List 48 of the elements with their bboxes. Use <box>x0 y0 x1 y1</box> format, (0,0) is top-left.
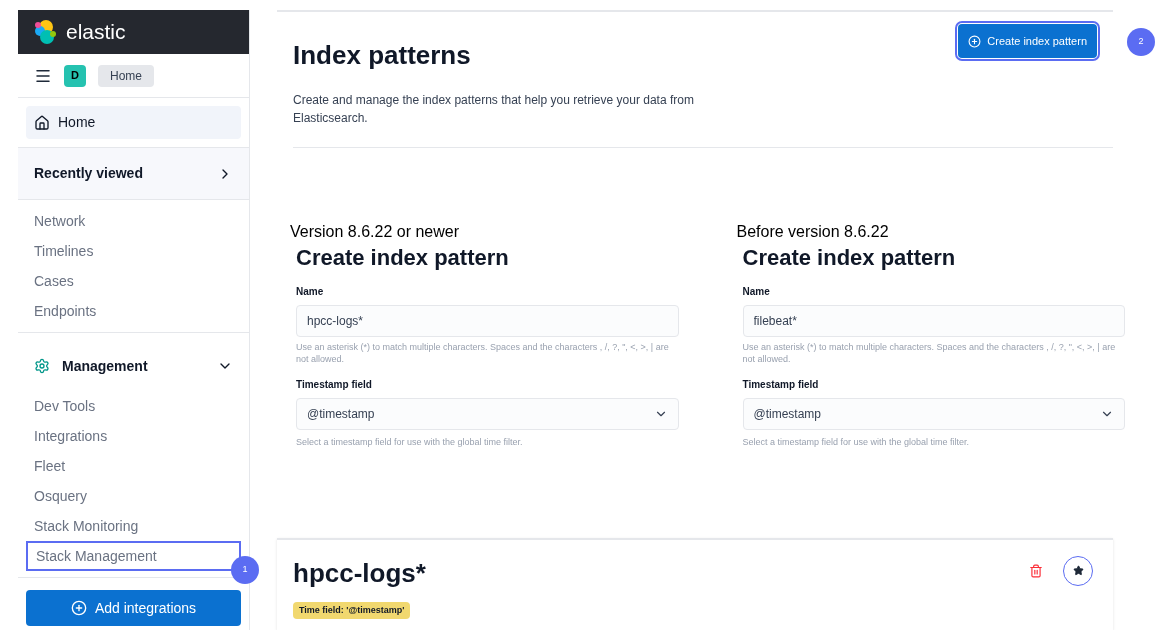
help-text: Use an asterisk (*) to match multiple characters. Spaces and the characters , /, ?, ", <, >, | are not allowed. <box>741 340 1117 366</box>
nav-item[interactable]: Endpoints <box>18 296 249 326</box>
page-title: Index patterns <box>293 39 471 72</box>
plus-circle-icon <box>968 34 982 48</box>
version-caption: Before version 8.6.22 <box>736 222 890 242</box>
name-field[interactable]: filebeat* <box>742 304 1125 337</box>
name-field[interactable]: hpcc-logs* <box>296 304 679 337</box>
nav-item[interactable]: Osquery <box>26 481 241 511</box>
help-text: Use an asterisk (*) to match multiple characters. Spaces and the characters , /, ?, ", <, >, | are not allowed. <box>295 340 670 366</box>
nav-item[interactable]: Stack Monitoring <box>26 511 241 541</box>
section-header[interactable]: Management <box>18 341 249 391</box>
timestamp-select[interactable]: @timestamp <box>742 398 1125 431</box>
help-text: Select a timestamp field for use with the global time filter. <box>295 436 524 450</box>
time-field-tag: Time field: '@timestamp' <box>293 601 411 620</box>
form-title: Create index pattern <box>295 244 510 272</box>
nav-item[interactable]: Network <box>18 206 249 236</box>
form-title: Create index pattern <box>741 244 957 272</box>
nav-item[interactable]: Integrations <box>26 421 241 451</box>
nav-item[interactable]: Cases <box>18 266 249 296</box>
home-icon <box>34 114 50 131</box>
step-number-badge: 2 <box>1127 28 1155 56</box>
add-integrations-button[interactable]: Add integrations <box>26 590 241 626</box>
nav-item[interactable]: Timelines <box>18 236 249 266</box>
field-label: Timestamp field <box>295 378 373 393</box>
help-text: Select a timestamp field for use with the global time filter. <box>741 436 971 450</box>
plus-circle-icon <box>70 600 87 616</box>
avatar[interactable]: D <box>64 64 86 87</box>
version-caption: Version 8.6.22 or newer <box>290 222 460 242</box>
breadcrumb[interactable]: Home <box>98 64 154 87</box>
nav-item[interactable]: Stack Management <box>26 541 241 571</box>
gear-icon <box>34 358 50 374</box>
delete-button[interactable] <box>1029 563 1043 578</box>
field-label: Name <box>741 284 771 299</box>
field-label: Timestamp field <box>741 378 820 393</box>
brand-name: elastic <box>66 19 126 46</box>
step-number-badge: 1 <box>231 556 259 584</box>
nav-item[interactable]: Fleet <box>26 451 241 481</box>
page-description: Create and manage the index patterns that help you retrieve your data from Elasticsearch. <box>293 92 695 127</box>
section-title: Management <box>62 356 148 376</box>
field-label: Name <box>295 284 325 299</box>
create-index-pattern-button[interactable]: Create index pattern <box>958 24 1097 58</box>
elastic-logo-icon <box>34 19 58 45</box>
nav-item[interactable]: Dev Tools <box>26 391 241 421</box>
section-header[interactable]: Recently viewed <box>18 148 249 200</box>
index-title: hpcc-logs* <box>293 559 426 586</box>
star-icon <box>1072 565 1084 577</box>
nav-item[interactable]: Home <box>26 106 241 139</box>
timestamp-select[interactable]: @timestamp <box>296 398 679 431</box>
